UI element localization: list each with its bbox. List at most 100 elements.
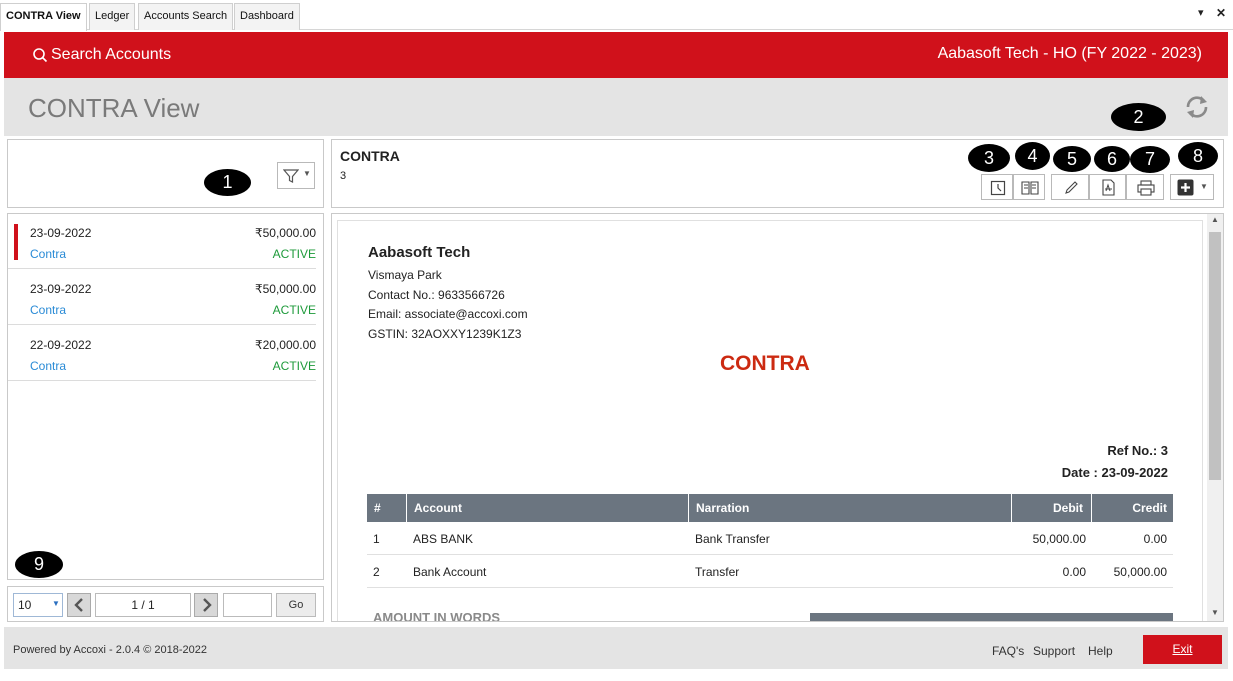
totals-bar: [810, 613, 1173, 621]
row-narration: Bank Transfer: [695, 532, 770, 546]
tab-label: Dashboard: [240, 10, 294, 22]
annotation-marker: 8: [1178, 142, 1218, 170]
tab-label: CONTRA View: [6, 10, 81, 22]
list-item-type: Contra: [30, 303, 67, 317]
voucher-address: Vismaya Park: [368, 268, 442, 282]
print-button[interactable]: [1126, 174, 1164, 200]
table-row: 2 Bank Account Transfer 0.00 50,000.00: [367, 555, 1173, 588]
annotation-marker: 5: [1053, 146, 1091, 172]
vertical-scrollbar[interactable]: ▲ ▼: [1207, 214, 1223, 621]
filter-button[interactable]: ▼: [277, 162, 315, 189]
go-button[interactable]: Go: [276, 593, 316, 617]
row-num: 2: [373, 565, 380, 579]
printer-icon: [1137, 180, 1155, 196]
voucher-ref-no: Ref No.: 3: [1107, 443, 1168, 458]
pagination-bar: 10 ▼ 1 / 1 Go: [7, 586, 324, 622]
chevron-down-icon: ▼: [303, 169, 311, 178]
list-item-date: 23-09-2022: [30, 226, 92, 240]
tab-ledger[interactable]: Ledger: [89, 3, 136, 30]
footer: Powered by Accoxi - 2.0.4 © 2018-2022 FA…: [4, 627, 1228, 669]
tab-dashboard[interactable]: Dashboard: [234, 3, 300, 30]
tab-contra-view[interactable]: CONTRA View: [0, 3, 87, 31]
annotation-marker: 9: [15, 551, 63, 578]
pencil-icon: [1065, 181, 1078, 194]
table-row: 1 ABS BANK Bank Transfer 50,000.00 0.00: [367, 522, 1173, 555]
next-page-button[interactable]: [194, 593, 218, 617]
row-debit: 50,000.00: [1032, 532, 1086, 546]
search-accounts-button[interactable]: Search Accounts: [32, 45, 171, 65]
scrollbar-thumb[interactable]: [1209, 232, 1221, 480]
tab-bar: CONTRA View Ledger Accounts Search Dashb…: [0, 0, 1233, 31]
chevron-down-icon: ▼: [52, 599, 60, 608]
close-icon[interactable]: ✕: [1216, 6, 1226, 20]
scroll-down-icon[interactable]: ▼: [1211, 608, 1219, 617]
faq-link[interactable]: FAQ's: [992, 644, 1024, 658]
tab-label: Ledger: [95, 10, 130, 22]
page-title-bar: CONTRA View: [4, 78, 1228, 136]
exit-button[interactable]: Exit: [1143, 635, 1222, 664]
annotation-marker: 7: [1130, 146, 1170, 173]
voucher-list-panel: 23-09-2022 ₹50,000.00 Contra ACTIVE 23-0…: [7, 213, 324, 580]
list-item[interactable]: 22-09-2022 ₹20,000.00 Contra ACTIVE: [8, 330, 316, 381]
row-narration: Transfer: [695, 565, 740, 579]
page-size-value: 10: [18, 598, 32, 612]
list-item-status: ACTIVE: [272, 247, 316, 261]
col-header-account: Account: [406, 494, 462, 522]
list-item-date: 22-09-2022: [30, 338, 92, 352]
company-fy-label: Aabasoft Tech - HO (FY 2022 - 2023): [937, 45, 1202, 62]
search-icon: [33, 48, 48, 63]
prev-page-button[interactable]: [67, 593, 91, 617]
list-item[interactable]: 23-09-2022 ₹50,000.00 Contra ACTIVE: [8, 274, 316, 325]
chevron-right-icon: [203, 598, 212, 612]
help-link[interactable]: Help: [1088, 644, 1113, 658]
history-icon: [990, 180, 1006, 196]
annotation-marker: 2: [1111, 103, 1166, 131]
edit-button[interactable]: [1051, 174, 1089, 200]
col-header-num: #: [374, 501, 381, 515]
list-item-amount: ₹50,000.00: [254, 282, 316, 296]
search-accounts-label: Search Accounts: [51, 46, 172, 63]
pdf-icon: [1102, 179, 1115, 196]
history-button[interactable]: [981, 174, 1013, 200]
list-item-status: ACTIVE: [272, 303, 316, 317]
col-header-narration: Narration: [688, 494, 749, 522]
voucher-gstin: GSTIN: 32AOXXY1239K1Z3: [368, 327, 522, 341]
row-num: 1: [373, 532, 380, 546]
amount-in-words-label: AMOUNT IN WORDS: [373, 610, 501, 622]
col-header-credit: Credit: [1091, 494, 1173, 522]
list-item[interactable]: 23-09-2022 ₹50,000.00 Contra ACTIVE: [8, 218, 316, 269]
list-item-date: 23-09-2022: [30, 282, 92, 296]
row-credit: 0.00: [1143, 532, 1167, 546]
book-icon: [1021, 181, 1039, 195]
chevron-down-icon: ▼: [1200, 182, 1208, 191]
voucher-company-name: Aabasoft Tech: [368, 244, 471, 261]
voucher-type-label: CONTRA: [340, 148, 400, 164]
annotation-marker: 6: [1094, 146, 1130, 172]
plus-square-icon: [1177, 179, 1194, 196]
row-debit: 0.00: [1062, 565, 1086, 579]
voucher-preview-panel: Aabasoft Tech Vismaya Park Contact No.: …: [331, 213, 1224, 622]
list-item-type: Contra: [30, 247, 67, 261]
tab-list-dropdown-icon[interactable]: ▾: [1198, 6, 1204, 19]
support-link[interactable]: Support: [1033, 644, 1075, 658]
row-account: Bank Account: [413, 565, 487, 579]
list-item-amount: ₹50,000.00: [254, 226, 316, 240]
list-item-amount: ₹20,000.00: [254, 338, 316, 352]
annotation-marker: 4: [1015, 142, 1050, 170]
tab-accounts-search[interactable]: Accounts Search: [138, 3, 234, 30]
voucher-document: Aabasoft Tech Vismaya Park Contact No.: …: [337, 220, 1203, 622]
row-credit: 50,000.00: [1113, 565, 1167, 579]
refresh-icon[interactable]: [1182, 92, 1212, 122]
annotation-marker: 3: [968, 144, 1010, 172]
voucher-title: CONTRA: [720, 352, 810, 375]
add-new-button[interactable]: ▼: [1170, 174, 1214, 200]
goto-page-input[interactable]: [223, 593, 272, 617]
pdf-button[interactable]: [1089, 174, 1126, 200]
page-indicator: 1 / 1: [95, 593, 191, 617]
scroll-up-icon[interactable]: ▲: [1211, 215, 1219, 224]
filter-panel: ▼: [7, 139, 324, 208]
list-item-type: Contra: [30, 359, 67, 373]
ledger-view-button[interactable]: [1013, 174, 1045, 200]
page-size-select[interactable]: 10 ▼: [13, 593, 63, 617]
col-header-debit: Debit: [1011, 494, 1091, 522]
